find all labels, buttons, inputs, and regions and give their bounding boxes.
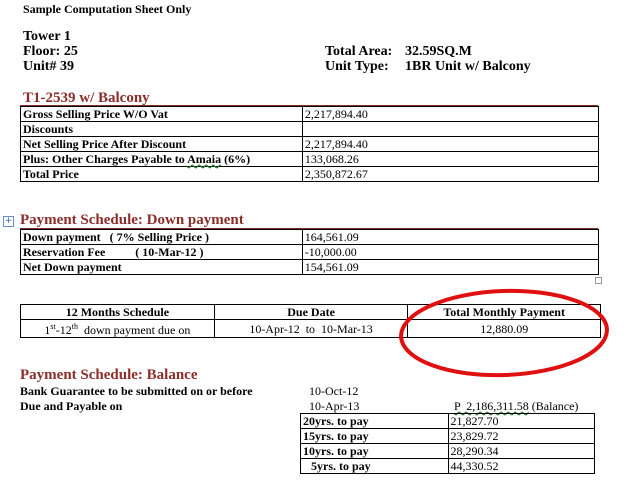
schedule-text: down payment due on <box>78 323 191 337</box>
table-cell-value: 2,217,894.40 <box>301 106 600 122</box>
table-cell-value: 2,350,872.67 <box>301 166 600 182</box>
term-value: 28,290.34 <box>447 443 596 459</box>
table-cell-value: 154,561.09 <box>301 259 600 275</box>
table-cell-value: 2,217,894.40 <box>301 136 600 152</box>
balance-note: (Balance) <box>528 399 579 413</box>
table-cell-label: Down payment ( 7% Selling Price ) <box>20 229 303 245</box>
term-label: 10yrs. to pay <box>300 443 449 459</box>
table-row: 5yrs. to pay 44,330.52 <box>300 458 596 474</box>
term-label: 15yrs. to pay <box>300 428 449 444</box>
table-row: Down payment ( 7% Selling Price ) 164,56… <box>20 229 600 245</box>
table-row: 20yrs. to pay 21,827.70 <box>300 413 596 429</box>
table-row: Reservation Fee ( 10-Mar-12 ) -10,000.00 <box>20 244 600 260</box>
due-payable-label: Due and Payable on <box>20 399 123 413</box>
label-text: (6%) <box>221 152 251 166</box>
table-row: Gross Selling Price W/O Vat 2,217,894.40 <box>20 106 600 122</box>
balance-amount: P 2,186,311.58 <box>454 399 529 413</box>
table-cell-label: Plus: Other Charges Payable to Amaia (6%… <box>20 151 303 167</box>
term-value: 44,330.52 <box>447 458 596 474</box>
term-label: 5yrs. to pay <box>300 458 449 474</box>
table-row: Discounts <box>20 121 600 137</box>
table-cell-label: Net Selling Price After Discount <box>20 136 303 152</box>
term-value: 23,829.72 <box>447 428 596 444</box>
due-payable-date: 10-Apr-13 <box>309 399 360 413</box>
total-area-value: 32.59SQ.M <box>405 44 472 59</box>
table-cell-label: Total Price <box>20 166 303 182</box>
unit-type-label: Unit Type: <box>325 59 389 74</box>
table-cell-value <box>301 121 600 137</box>
price-table: Gross Selling Price W/O Vat 2,217,894.40… <box>20 106 600 182</box>
table-cell-value: 164,561.09 <box>301 229 600 245</box>
unit-label: Unit# 39 <box>23 59 74 74</box>
bank-guarantee-label: Bank Guarantee to be submitted on or bef… <box>20 384 253 398</box>
table-cell-label: Net Down payment <box>20 259 303 275</box>
table-row: Plus: Other Charges Payable to Amaia (6%… <box>20 151 600 167</box>
table-cell-value: -10,000.00 <box>301 244 600 260</box>
schedule-cell: 1st-12th down payment due on <box>20 319 215 338</box>
floor-label: Floor: 25 <box>23 44 78 59</box>
table-cell-label: Reservation Fee ( 10-Mar-12 ) <box>20 244 303 260</box>
total-area-label: Total Area: <box>325 44 393 59</box>
balance-section-title: Payment Schedule: Balance <box>20 367 198 383</box>
table-row: 15yrs. to pay 23,829.72 <box>300 428 596 444</box>
highlight-circle <box>399 288 609 378</box>
table-cell-label: Discounts <box>20 121 303 137</box>
table-row: 10yrs. to pay 28,290.34 <box>300 443 596 459</box>
table-cell-label: Gross Selling Price W/O Vat <box>20 106 303 122</box>
due-date-cell: 10-Apr-12 to 10-Mar-13 <box>213 319 409 338</box>
column-header: Due Date <box>213 304 409 320</box>
column-header: 12 Months Schedule <box>20 304 215 320</box>
term-value: 21,827.70 <box>447 413 596 429</box>
unit-type-value: 1BR Unit w/ Balcony <box>405 59 531 74</box>
table-row: Total Price 2,350,872.67 <box>20 166 600 182</box>
label-text: Plus: Other Charges Payable to <box>23 152 188 166</box>
brand-name: Amaia <box>187 152 222 166</box>
table-row: Net Down payment 154,561.09 <box>20 259 600 275</box>
bank-guarantee-date: 10-Oct-12 <box>309 384 359 398</box>
document-title: Sample Computation Sheet Only <box>23 2 192 16</box>
table-row: Net Selling Price After Discount 2,217,8… <box>20 136 600 152</box>
tower-label: Tower 1 <box>23 29 71 44</box>
table-cell-value: 133,068.26 <box>301 151 600 167</box>
balance-amount-wrap: P 2,186,311.58 (Balance) <box>454 399 578 414</box>
downpayment-table: Down payment ( 7% Selling Price ) 164,56… <box>20 229 600 275</box>
schedule-text: -12 <box>55 323 72 337</box>
payment-terms-table: 20yrs. to pay 21,827.70 15yrs. to pay 23… <box>300 413 596 474</box>
down-section-title: Payment Schedule: Down payment <box>20 212 244 228</box>
table-move-handle-icon[interactable]: + <box>3 216 14 227</box>
term-label: 20yrs. to pay <box>300 413 449 429</box>
